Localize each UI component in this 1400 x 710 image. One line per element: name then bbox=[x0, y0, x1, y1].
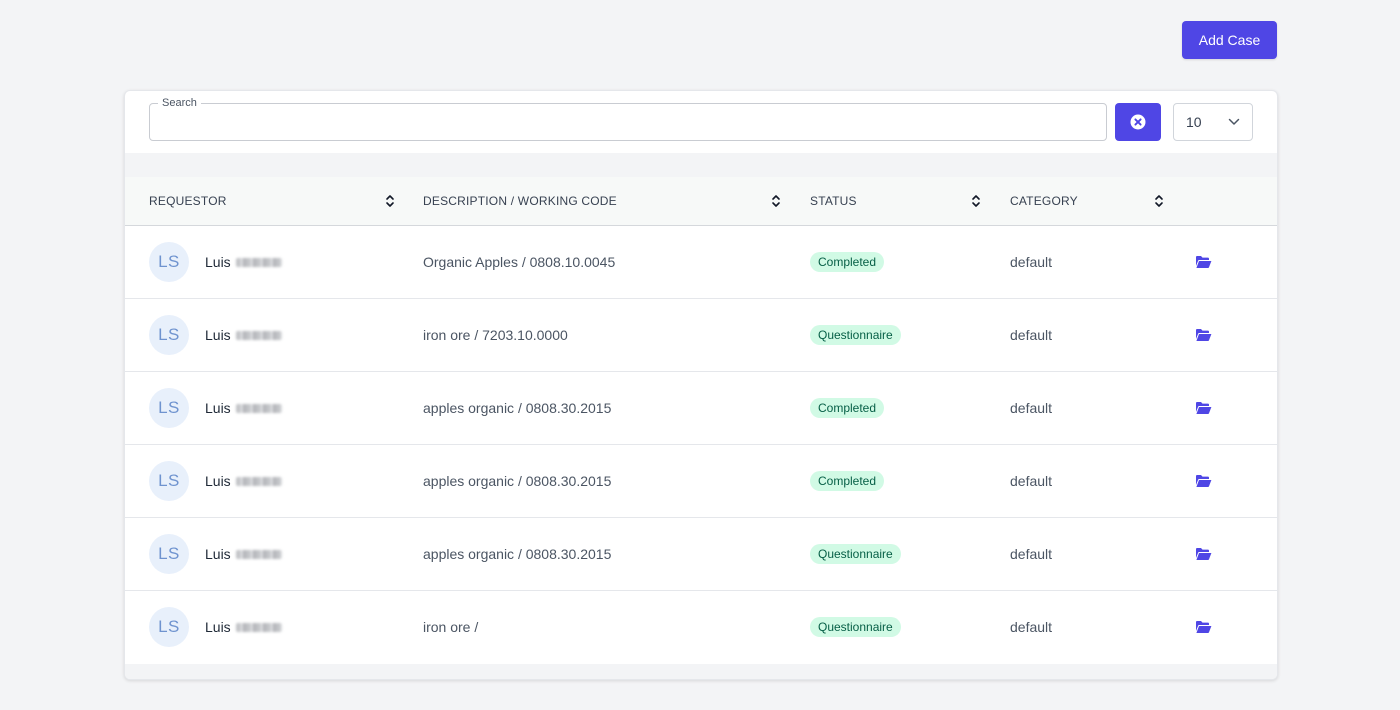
avatar: LS bbox=[149, 607, 189, 647]
open-case-button[interactable] bbox=[1193, 546, 1213, 562]
redacted-surname bbox=[235, 257, 282, 267]
open-case-button[interactable] bbox=[1193, 473, 1213, 489]
case-category: default bbox=[1010, 546, 1053, 562]
redacted-surname bbox=[235, 549, 282, 559]
search-label: Search bbox=[158, 97, 201, 109]
table-row: LS Luis apples organic / 0808.30.2015 Co… bbox=[125, 372, 1277, 445]
open-case-button[interactable] bbox=[1193, 619, 1213, 635]
case-description: apples organic / 0808.30.2015 bbox=[423, 400, 612, 416]
case-category: default bbox=[1010, 619, 1053, 635]
table-footer bbox=[125, 664, 1277, 679]
table-row: LS Luis iron ore / 7203.10.0000 Question… bbox=[125, 299, 1277, 372]
close-circle-icon bbox=[1130, 114, 1146, 130]
folder-open-icon bbox=[1195, 329, 1211, 341]
column-header-label: DESCRIPTION / WORKING CODE bbox=[423, 194, 617, 208]
folder-open-icon bbox=[1195, 256, 1211, 268]
case-description: apples organic / 0808.30.2015 bbox=[423, 546, 612, 562]
sort-icon[interactable] bbox=[385, 193, 395, 209]
case-category: default bbox=[1010, 327, 1053, 343]
status-badge: Completed bbox=[810, 252, 885, 272]
requestor-first-name: Luis bbox=[205, 619, 231, 635]
table-row: LS Luis iron ore / Questionnaire default bbox=[125, 591, 1277, 664]
column-header-label: STATUS bbox=[810, 194, 857, 208]
requestor-first-name: Luis bbox=[205, 473, 231, 489]
column-header-label: REQUESTOR bbox=[149, 194, 227, 208]
column-header-category[interactable]: CATEGORY bbox=[1010, 177, 1150, 225]
case-description: apples organic / 0808.30.2015 bbox=[423, 473, 612, 489]
folder-open-icon bbox=[1195, 548, 1211, 560]
requestor-name: Luis bbox=[205, 254, 282, 270]
requestor-name: Luis bbox=[205, 400, 282, 416]
search-field[interactable]: Search bbox=[149, 97, 1107, 141]
open-case-button[interactable] bbox=[1193, 327, 1213, 343]
requestor-name: Luis bbox=[205, 327, 282, 343]
table-header: REQUESTOR DESCRIPTION / WORKING CODE STA… bbox=[125, 177, 1277, 226]
toolbar-separator bbox=[125, 153, 1277, 177]
requestor-name: Luis bbox=[205, 473, 282, 489]
open-case-button[interactable] bbox=[1193, 400, 1213, 416]
chevron-down-icon bbox=[1228, 118, 1240, 125]
case-description: iron ore / 7203.10.0000 bbox=[423, 327, 568, 343]
avatar: LS bbox=[149, 388, 189, 428]
clear-search-button[interactable] bbox=[1115, 103, 1161, 141]
redacted-surname bbox=[235, 622, 282, 632]
status-badge: Questionnaire bbox=[810, 617, 901, 637]
page-size-select[interactable]: 10 bbox=[1173, 103, 1253, 141]
sort-icon[interactable] bbox=[1154, 193, 1164, 209]
folder-open-icon bbox=[1195, 621, 1211, 633]
folder-open-icon bbox=[1195, 402, 1211, 414]
status-badge: Questionnaire bbox=[810, 544, 901, 564]
avatar: LS bbox=[149, 534, 189, 574]
table-body: LS Luis Organic Apples / 0808.10.0045 Co… bbox=[125, 226, 1277, 664]
requestor-name: Luis bbox=[205, 546, 282, 562]
status-badge: Questionnaire bbox=[810, 325, 901, 345]
case-category: default bbox=[1010, 254, 1053, 270]
requestor-first-name: Luis bbox=[205, 400, 231, 416]
cases-table-card: Search 10 REQUESTOR DESCRIPTION / WORKIN… bbox=[124, 90, 1278, 680]
sort-icon[interactable] bbox=[971, 193, 981, 209]
case-description: Organic Apples / 0808.10.0045 bbox=[423, 254, 616, 270]
case-description: iron ore / bbox=[423, 619, 479, 635]
status-badge: Completed bbox=[810, 398, 885, 418]
requestor-first-name: Luis bbox=[205, 546, 231, 562]
case-category: default bbox=[1010, 400, 1053, 416]
column-header-status[interactable]: STATUS bbox=[810, 177, 980, 225]
sort-icon[interactable] bbox=[771, 193, 781, 209]
table-row: LS Luis apples organic / 0808.30.2015 Co… bbox=[125, 445, 1277, 518]
column-header-label: CATEGORY bbox=[1010, 194, 1078, 208]
page-size-value: 10 bbox=[1186, 114, 1202, 130]
table-row: LS Luis apples organic / 0808.30.2015 Qu… bbox=[125, 518, 1277, 591]
redacted-surname bbox=[235, 330, 282, 340]
column-header-requestor[interactable]: REQUESTOR bbox=[149, 177, 399, 225]
status-badge: Completed bbox=[810, 471, 885, 491]
avatar: LS bbox=[149, 242, 189, 282]
page: Add Case Search 10 REQUESTOR DESCRIPTION… bbox=[0, 0, 1400, 710]
redacted-surname bbox=[235, 403, 282, 413]
requestor-name: Luis bbox=[205, 619, 282, 635]
open-case-button[interactable] bbox=[1193, 254, 1213, 270]
requestor-first-name: Luis bbox=[205, 254, 231, 270]
add-case-button[interactable]: Add Case bbox=[1182, 21, 1277, 59]
table-row: LS Luis Organic Apples / 0808.10.0045 Co… bbox=[125, 226, 1277, 299]
redacted-surname bbox=[235, 476, 282, 486]
table-toolbar: Search 10 bbox=[125, 91, 1277, 153]
column-header-description[interactable]: DESCRIPTION / WORKING CODE bbox=[423, 177, 783, 225]
requestor-first-name: Luis bbox=[205, 327, 231, 343]
avatar: LS bbox=[149, 315, 189, 355]
search-input[interactable] bbox=[150, 104, 1106, 140]
folder-open-icon bbox=[1195, 475, 1211, 487]
case-category: default bbox=[1010, 473, 1053, 489]
avatar: LS bbox=[149, 461, 189, 501]
